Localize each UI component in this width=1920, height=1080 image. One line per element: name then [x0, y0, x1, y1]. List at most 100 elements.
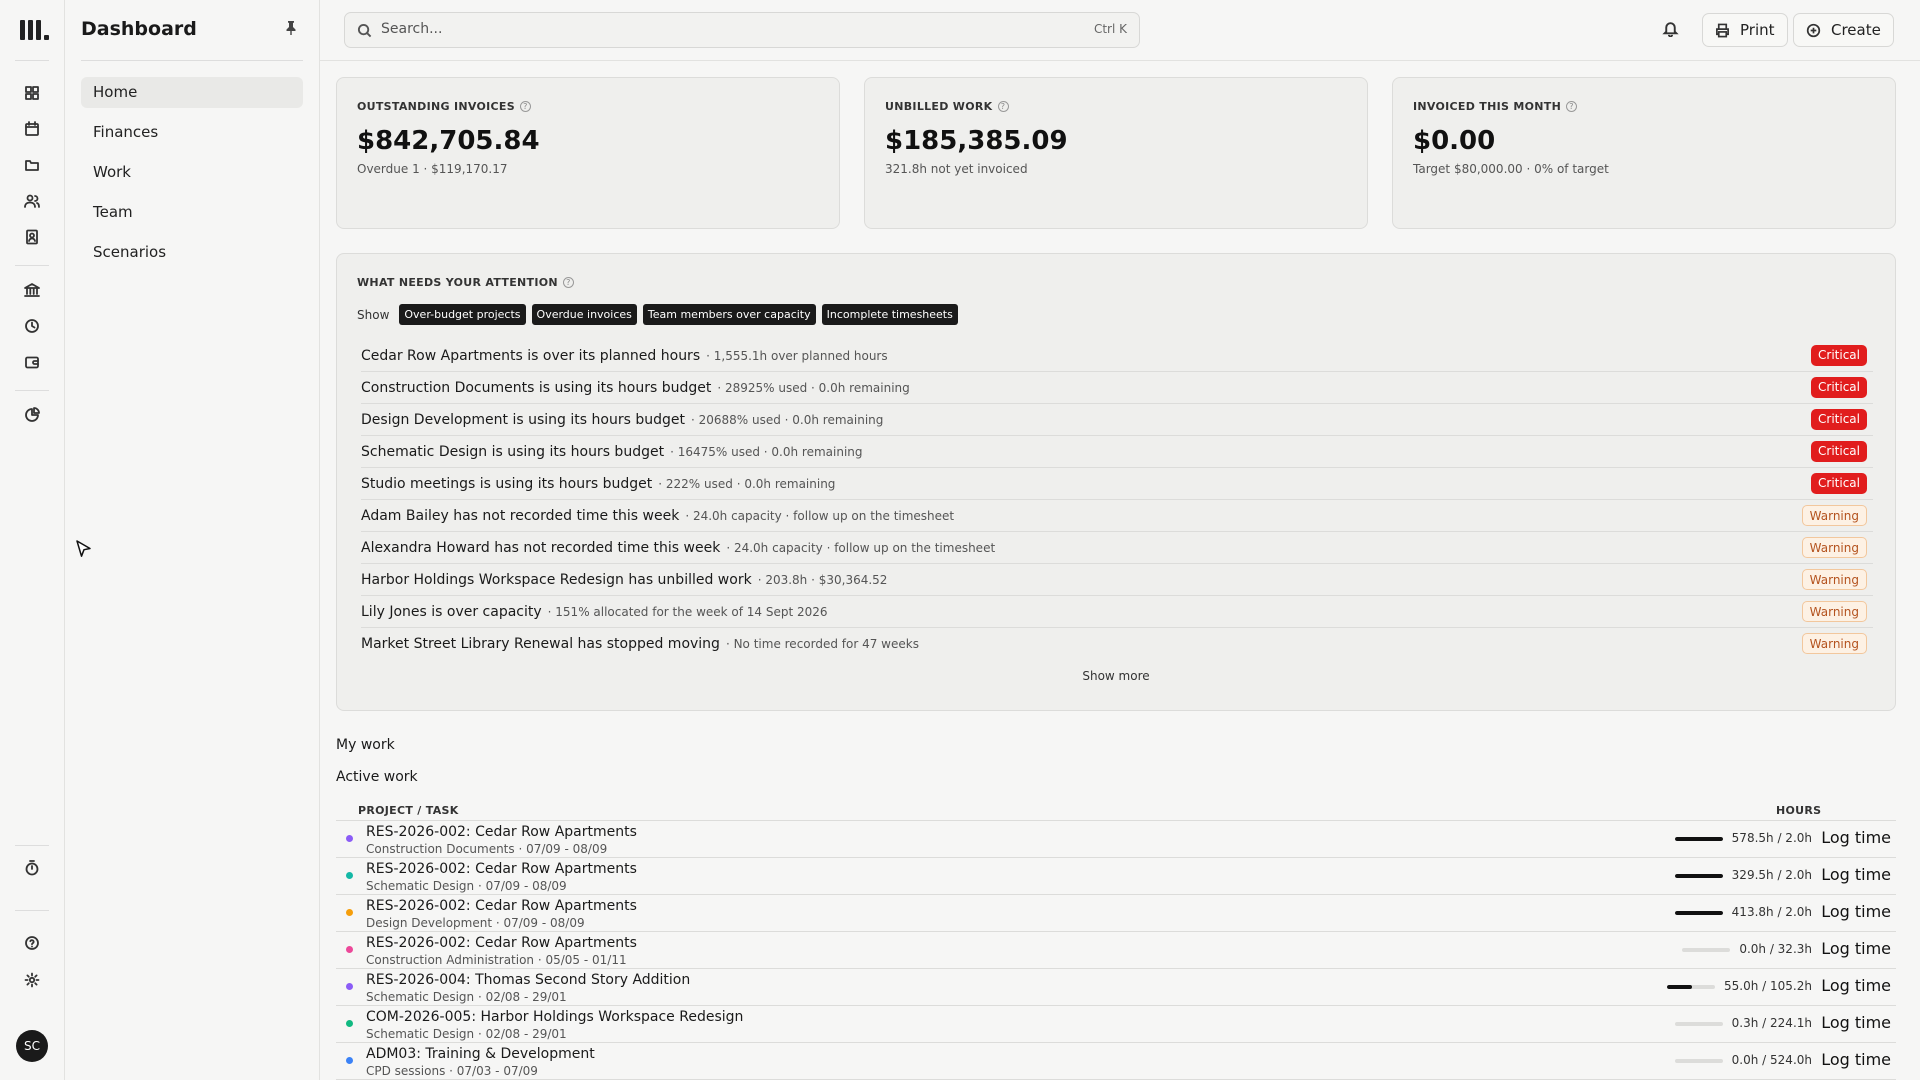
stat-value: $842,705.84: [357, 126, 540, 156]
attention-item[interactable]: Alexandra Howard has not recorded time t…: [361, 532, 1873, 564]
attention-item-title[interactable]: Market Street Library Renewal has stoppe…: [361, 636, 720, 652]
help-icon[interactable]: ?: [519, 101, 531, 112]
attention-item[interactable]: Harbor Holdings Workspace Redesign has u…: [361, 564, 1873, 596]
project-name[interactable]: RES-2026-004: Thomas Second Story Additi…: [366, 972, 690, 988]
divider: [15, 265, 49, 266]
create-label: Create: [1831, 21, 1881, 39]
table-row[interactable]: COM-2026-005: Harbor Holdings Workspace …: [336, 1006, 1896, 1043]
filter-chip-over-budget[interactable]: Over-budget projects: [399, 304, 526, 325]
nav-item-team[interactable]: Team: [81, 197, 303, 228]
settings-icon[interactable]: [20, 968, 44, 992]
project-color-dot: [346, 946, 353, 953]
section-heading-active-work: Active work: [336, 769, 418, 785]
attention-item[interactable]: Design Development is using its hours bu…: [361, 404, 1873, 436]
hours-progress-fill: [1674, 874, 1723, 878]
project-name[interactable]: ADM03: Training & Development: [366, 1046, 595, 1062]
nav-item-home[interactable]: Home: [81, 77, 303, 108]
attention-item-title[interactable]: Schematic Design is using its hours budg…: [361, 444, 664, 460]
help-icon[interactable]: ?: [997, 101, 1009, 112]
project-name[interactable]: COM-2026-005: Harbor Holdings Workspace …: [366, 1009, 743, 1025]
calendar-icon[interactable]: [20, 117, 44, 141]
log-time-button[interactable]: Log time: [1821, 902, 1891, 921]
project-name[interactable]: RES-2026-002: Cedar Row Apartments: [366, 935, 637, 951]
attention-item[interactable]: Schematic Design is using its hours budg…: [361, 436, 1873, 468]
severity-badge: Critical: [1811, 377, 1867, 398]
dashboard-icon[interactable]: [20, 81, 44, 105]
attention-panel: WHAT NEEDS YOUR ATTENTION? Show Over-bud…: [336, 253, 1896, 711]
log-time-button[interactable]: Log time: [1821, 865, 1891, 884]
users-icon[interactable]: [20, 189, 44, 213]
severity-badge: Warning: [1801, 505, 1867, 526]
table-row[interactable]: RES-2026-002: Cedar Row Apartments Constr…: [336, 821, 1896, 858]
attention-item[interactable]: Construction Documents is using its hour…: [361, 372, 1873, 404]
log-time-button[interactable]: Log time: [1821, 976, 1891, 995]
search-input[interactable]: [381, 21, 1021, 37]
app-logo[interactable]: [20, 18, 49, 40]
project-name[interactable]: RES-2026-002: Cedar Row Apartments: [366, 861, 637, 877]
notifications-bell-icon[interactable]: [1662, 20, 1680, 38]
show-more-button[interactable]: Show more: [337, 669, 1895, 683]
stat-value: $0.00: [1413, 126, 1496, 156]
folder-icon[interactable]: [20, 153, 44, 177]
bank-icon[interactable]: [20, 278, 44, 302]
table-row[interactable]: RES-2026-002: Cedar Row Apartments Constr…: [336, 932, 1896, 969]
help-icon[interactable]: ?: [562, 277, 574, 288]
clock-icon[interactable]: [20, 314, 44, 338]
filter-chip-overdue-invoices[interactable]: Overdue invoices: [531, 304, 637, 325]
attention-item[interactable]: Market Street Library Renewal has stoppe…: [361, 628, 1873, 660]
top-bar: Ctrl K Print Create: [320, 0, 1920, 61]
pie-chart-icon[interactable]: [20, 403, 44, 427]
log-time-button[interactable]: Log time: [1821, 1050, 1891, 1069]
project-name[interactable]: RES-2026-002: Cedar Row Apartments: [366, 824, 637, 840]
severity-badge: Critical: [1811, 473, 1867, 494]
nav-item-finances[interactable]: Finances: [81, 117, 303, 148]
attention-item[interactable]: Lily Jones is over capacity · 151% alloca…: [361, 596, 1873, 628]
log-time-button[interactable]: Log time: [1821, 939, 1891, 958]
create-button[interactable]: Create: [1793, 13, 1894, 47]
timer-icon[interactable]: [20, 856, 44, 880]
nav-item-scenarios[interactable]: Scenarios: [81, 237, 303, 268]
hours-progress-bar: [1674, 1059, 1723, 1063]
attention-item-title[interactable]: Alexandra Howard has not recorded time t…: [361, 540, 720, 556]
log-time-button[interactable]: Log time: [1821, 1013, 1891, 1032]
attention-item[interactable]: Studio meetings is using its hours budge…: [361, 468, 1873, 500]
hours-value: 413.8h / 2.0h: [1731, 905, 1812, 919]
nav-list: Home Finances Work Team Scenarios: [81, 77, 303, 277]
column-header-project: PROJECT / TASK: [358, 804, 459, 817]
log-time-button[interactable]: Log time: [1821, 828, 1891, 847]
stat-card-invoiced-this-month[interactable]: INVOICED THIS MONTH? $0.00 Target $80,00…: [1392, 77, 1896, 229]
attention-item[interactable]: Cedar Row Apartments is over its planned…: [361, 340, 1873, 372]
filter-chip-over-capacity[interactable]: Team members over capacity: [642, 304, 816, 325]
table-row[interactable]: RES-2026-002: Cedar Row Apartments Design…: [336, 895, 1896, 932]
hours-progress-bar: [1674, 874, 1723, 878]
attention-item-title[interactable]: Adam Bailey has not recorded time this w…: [361, 508, 679, 524]
table-row[interactable]: RES-2026-002: Cedar Row Apartments Schema…: [336, 858, 1896, 895]
wallet-icon[interactable]: [20, 350, 44, 374]
help-icon[interactable]: ?: [1566, 101, 1578, 112]
filter-chip-incomplete-timesheets[interactable]: Incomplete timesheets: [821, 304, 958, 325]
attention-item-meta: · 151% allocated for the week of 14 Sept…: [547, 604, 828, 619]
search-box[interactable]: Ctrl K: [344, 12, 1140, 48]
print-button[interactable]: Print: [1702, 13, 1788, 47]
project-color-dot: [346, 835, 353, 842]
hours-progress-bar: [1674, 1022, 1723, 1026]
attention-item-title[interactable]: Design Development is using its hours bu…: [361, 412, 685, 428]
page-title: Dashboard: [81, 18, 197, 40]
attention-item-title[interactable]: Construction Documents is using its hour…: [361, 380, 711, 396]
project-name[interactable]: RES-2026-002: Cedar Row Apartments: [366, 898, 637, 914]
severity-badge: Critical: [1811, 345, 1867, 366]
contacts-icon[interactable]: [20, 225, 44, 249]
table-row[interactable]: ADM03: Training & Development CPD session…: [336, 1043, 1896, 1080]
stat-card-outstanding-invoices[interactable]: OUTSTANDING INVOICES? $842,705.84 Overdu…: [336, 77, 840, 229]
attention-item-title[interactable]: Harbor Holdings Workspace Redesign has u…: [361, 572, 752, 588]
pin-icon[interactable]: [283, 20, 299, 36]
attention-item-title[interactable]: Studio meetings is using its hours budge…: [361, 476, 652, 492]
avatar[interactable]: SC: [16, 1030, 48, 1062]
attention-item-title[interactable]: Cedar Row Apartments is over its planned…: [361, 348, 700, 364]
nav-item-work[interactable]: Work: [81, 157, 303, 188]
help-icon[interactable]: [20, 931, 44, 955]
attention-item[interactable]: Adam Bailey has not recorded time this w…: [361, 500, 1873, 532]
stat-card-unbilled-work[interactable]: UNBILLED WORK? $185,385.09 321.8h not ye…: [864, 77, 1368, 229]
attention-item-title[interactable]: Lily Jones is over capacity: [361, 604, 542, 620]
table-row[interactable]: RES-2026-004: Thomas Second Story Additi…: [336, 969, 1896, 1006]
